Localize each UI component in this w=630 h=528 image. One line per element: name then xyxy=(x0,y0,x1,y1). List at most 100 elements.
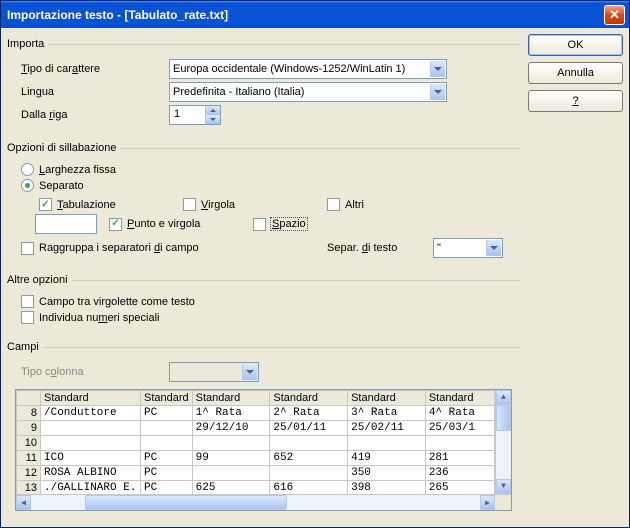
checkbox-icon xyxy=(109,218,122,231)
table-cell xyxy=(192,436,270,451)
help-button[interactable]: ? xyxy=(528,90,623,112)
other-separator-input[interactable] xyxy=(35,214,97,234)
scroll-left-icon[interactable]: ◀ xyxy=(16,495,31,510)
col-header[interactable]: Standard xyxy=(141,391,193,406)
table-cell: 265 xyxy=(425,481,494,495)
group-separators-legend: Opzioni di sillabazione xyxy=(7,142,120,154)
col-header[interactable]: Standard xyxy=(270,391,348,406)
lang-value: Predefinita - Italiano (Italia) xyxy=(173,86,304,98)
row-number: 8 xyxy=(17,406,41,421)
col-header[interactable]: Standard xyxy=(41,391,141,406)
check-semicolon[interactable]: Punto e virgola xyxy=(109,217,249,231)
table-cell: 419 xyxy=(348,451,426,466)
checkbox-icon xyxy=(39,198,52,211)
table-cell: 25/02/11 xyxy=(348,421,426,436)
table-cell xyxy=(348,436,426,451)
checkbox-icon xyxy=(183,198,196,211)
table-cell xyxy=(270,466,348,481)
charset-select[interactable]: Europa occidentale (Windows-1252/WinLati… xyxy=(169,59,447,79)
textdelim-select[interactable]: " xyxy=(433,238,503,258)
table-cell: /Conduttore xyxy=(41,406,141,421)
col-header[interactable]: Standard xyxy=(348,391,426,406)
checkbox-icon xyxy=(21,295,34,308)
row-number: 13 xyxy=(17,481,41,495)
check-quoted-label: Campo tra virgolette come testo xyxy=(39,296,195,308)
chevron-down-icon xyxy=(242,364,257,380)
scroll-down-icon[interactable]: ▼ xyxy=(496,479,511,494)
spinner-down-icon[interactable] xyxy=(205,115,220,124)
table-cell xyxy=(270,436,348,451)
fromrow-spinner[interactable]: 1 xyxy=(169,105,221,125)
table-cell: 99 xyxy=(192,451,270,466)
table-cell: 1^ Rata xyxy=(192,406,270,421)
scroll-thumb[interactable] xyxy=(85,495,287,510)
table-cell: 25/03/1 xyxy=(425,421,494,436)
radio-fixed-width[interactable]: Larghezza fissa xyxy=(21,163,516,176)
check-other[interactable]: Altri xyxy=(327,198,473,211)
group-other-options: Altre opzioni Campo tra virgolette come … xyxy=(7,274,520,331)
lang-select[interactable]: Predefinita - Italiano (Italia) xyxy=(169,82,447,102)
group-import: Importa TTipo di carattereipo di caratte… xyxy=(7,38,520,132)
table-cell: 616 xyxy=(270,481,348,495)
chevron-down-icon xyxy=(430,61,445,77)
check-detect-numbers[interactable]: Individua numeri speciali xyxy=(21,311,516,324)
check-quoted-as-text[interactable]: Campo tra virgolette come testo xyxy=(21,295,516,308)
group-import-legend: Importa xyxy=(7,38,48,50)
table-cell: 281 xyxy=(425,451,494,466)
scroll-thumb[interactable] xyxy=(496,405,511,431)
fromrow-label: Dalla riga xyxy=(11,109,163,121)
table-cell: 236 xyxy=(425,466,494,481)
table-cell xyxy=(41,436,141,451)
checkbox-icon xyxy=(327,198,340,211)
table-cell: PC xyxy=(141,466,193,481)
checkbox-icon xyxy=(21,242,34,255)
table-cell xyxy=(192,466,270,481)
fromrow-value: 1 xyxy=(170,106,205,124)
table-cell: PC xyxy=(141,451,193,466)
check-comma-label: Virgola xyxy=(201,199,235,211)
scroll-right-icon[interactable]: ▶ xyxy=(480,495,495,510)
check-merge-delimiters[interactable]: Raggruppa i separatori di campo xyxy=(21,242,321,255)
check-merge-label: Raggruppa i separatori di campo xyxy=(39,242,199,254)
table-cell xyxy=(141,436,193,451)
table-cell xyxy=(141,421,193,436)
table-cell: 29/12/10 xyxy=(192,421,270,436)
window-title: Importazione testo - [Tabulato_rate.txt] xyxy=(7,8,604,22)
checkbox-icon xyxy=(21,311,34,324)
table-cell: 350 xyxy=(348,466,426,481)
scroll-up-icon[interactable]: ▲ xyxy=(496,390,511,405)
preview-grid[interactable]: Standard Standard Standard Standard Stan… xyxy=(15,389,512,511)
radio-icon xyxy=(21,163,34,176)
check-space-label: Spazio xyxy=(271,218,307,230)
check-space[interactable]: Spazio xyxy=(253,217,393,231)
horizontal-scrollbar[interactable]: ◀ ▶ xyxy=(16,494,511,510)
radio-separated[interactable]: Separato xyxy=(21,179,516,192)
table-cell: ICO xyxy=(41,451,141,466)
cancel-button[interactable]: Annulla xyxy=(528,62,623,84)
radio-fixed-label: Larghezza fissa xyxy=(39,164,116,176)
table-row: 11ICOPC99652419281 xyxy=(17,451,495,466)
check-other-label: Altri xyxy=(345,199,364,211)
ok-button[interactable]: OK xyxy=(528,34,623,56)
table-cell: 652 xyxy=(270,451,348,466)
table-row: 12ROSA ALBINOPC350236 xyxy=(17,466,495,481)
col-header[interactable]: Standard xyxy=(192,391,270,406)
dialog-body: Importa TTipo di carattereipo di caratte… xyxy=(1,28,629,527)
check-comma[interactable]: Virgola xyxy=(183,198,323,211)
table-cell: 4^ Rata xyxy=(425,406,494,421)
spinner-up-icon[interactable] xyxy=(205,106,220,115)
left-column: Importa TTipo di carattereipo di caratte… xyxy=(7,34,520,521)
table-cell: 625 xyxy=(192,481,270,495)
check-tab[interactable]: Tabulazione xyxy=(39,198,179,211)
table-row: 13./GALLINARO E.PC625616398265 xyxy=(17,481,495,495)
table-cell xyxy=(425,436,494,451)
check-semicolon-label: Punto e virgola xyxy=(127,218,200,230)
close-button[interactable]: ✕ xyxy=(604,5,625,25)
table-row: 10 xyxy=(17,436,495,451)
col-header[interactable]: Standard xyxy=(425,391,494,406)
scroll-corner xyxy=(495,495,511,510)
vertical-scrollbar[interactable]: ▲ ▼ xyxy=(495,390,511,494)
table-header-row: Standard Standard Standard Standard Stan… xyxy=(17,391,495,406)
row-number: 11 xyxy=(17,451,41,466)
table-cell: 3^ Rata xyxy=(348,406,426,421)
